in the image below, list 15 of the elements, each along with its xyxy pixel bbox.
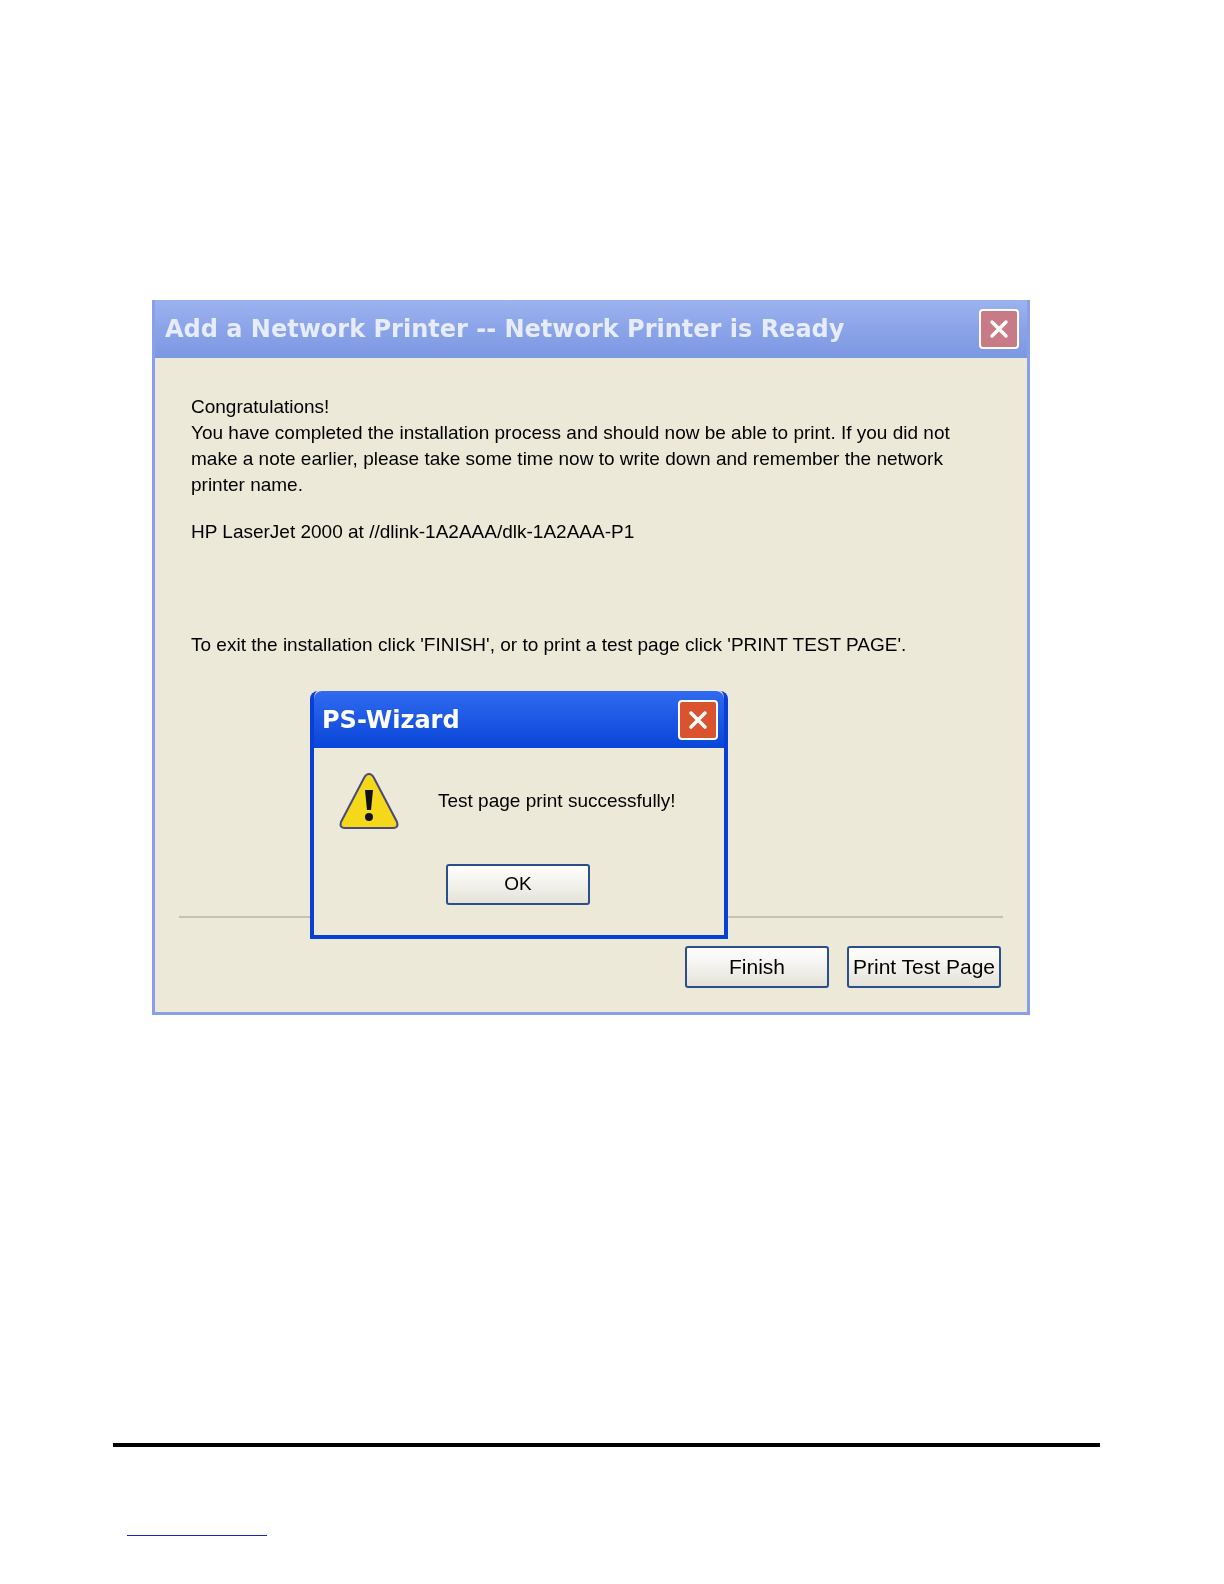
body-text: You have completed the installation process and should now be able to print. If you did not make a note earlier, please take some time now to write down and remember the network printer name.	[191, 421, 951, 497]
dialog-button[interactable]: Finish	[684, 946, 829, 988]
close-icon	[687, 708, 709, 731]
close-icon	[988, 318, 1010, 340]
close-button[interactable]	[979, 309, 1019, 349]
instruction-text: To exit the installation click 'FINISH', or to print a test page click 'PRINT TEST PAGE'.	[191, 633, 908, 657]
close-button[interactable]	[678, 699, 718, 740]
printer-name: HP LaserJet 2000 at //dlink-1A2AAA/dlk-1A2AAA-P1	[191, 520, 636, 544]
heading-text: Congratulations!	[191, 395, 331, 419]
ok-button[interactable]: OK	[446, 864, 590, 905]
window-title: Add a Network Printer -- Network Printer is Ready	[165, 314, 845, 345]
dialog-message: Test page print successfully!	[438, 788, 676, 813]
dialog-title: PS-Wizard	[322, 704, 460, 736]
warning-icon	[338, 770, 400, 832]
dialog-button[interactable]: Print Test Page	[846, 946, 1001, 988]
